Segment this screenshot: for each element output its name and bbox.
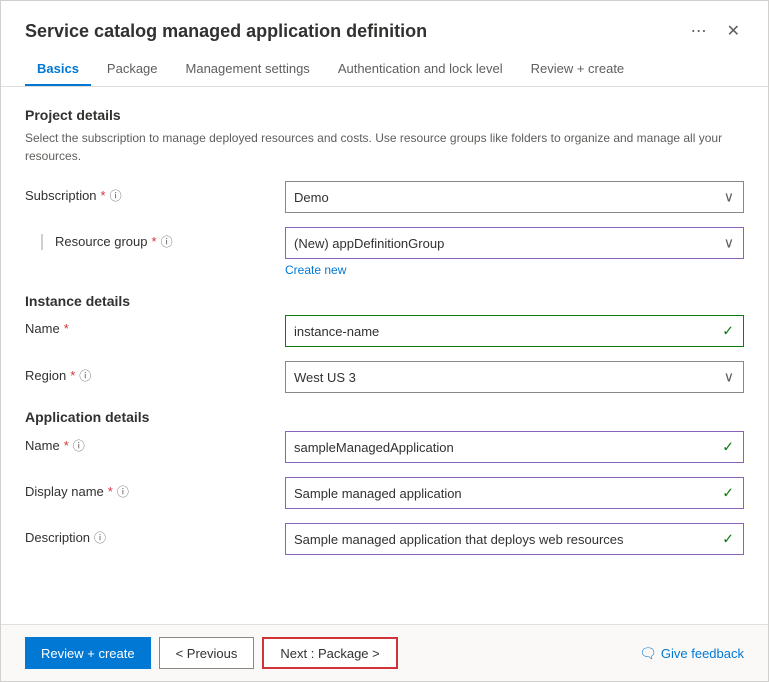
resource-group-select[interactable]: (New) appDefinitionGroup bbox=[285, 227, 744, 259]
instance-name-control: ✓ bbox=[285, 315, 744, 347]
app-name-label: Name * ⓘ bbox=[25, 431, 285, 454]
dialog: Service catalog managed application defi… bbox=[0, 0, 769, 682]
resource-group-select-wrapper: (New) appDefinitionGroup bbox=[285, 227, 744, 259]
subscription-info-icon[interactable]: ⓘ bbox=[110, 187, 122, 204]
description-info-icon[interactable]: ⓘ bbox=[94, 529, 106, 546]
next-button[interactable]: Next : Package > bbox=[262, 637, 397, 669]
instance-name-label: Name * bbox=[25, 315, 285, 336]
tabs-bar: Basics Package Management settings Authe… bbox=[1, 53, 768, 87]
project-details-section: Project details Select the subscription … bbox=[25, 107, 744, 277]
region-select[interactable]: West US 3 bbox=[285, 361, 744, 393]
tab-auth[interactable]: Authentication and lock level bbox=[326, 53, 515, 86]
description-input[interactable] bbox=[285, 523, 744, 555]
app-name-control: ✓ bbox=[285, 431, 744, 463]
app-name-info-icon[interactable]: ⓘ bbox=[73, 437, 85, 454]
resource-group-label: Resource group * ⓘ bbox=[25, 227, 285, 250]
tab-package[interactable]: Package bbox=[95, 53, 170, 86]
subscription-label: Subscription * ⓘ bbox=[25, 181, 285, 204]
resource-group-required: * bbox=[152, 234, 157, 249]
subscription-select-wrapper: Demo bbox=[285, 181, 744, 213]
display-name-required: * bbox=[108, 484, 113, 499]
dialog-header: Service catalog managed application defi… bbox=[1, 1, 768, 45]
display-name-info-icon[interactable]: ⓘ bbox=[117, 483, 129, 500]
dialog-title: Service catalog managed application defi… bbox=[25, 21, 687, 42]
subscription-row: Subscription * ⓘ Demo bbox=[25, 181, 744, 213]
project-details-title: Project details bbox=[25, 107, 744, 123]
close-icon: ✕ bbox=[727, 21, 740, 41]
feedback-icon: 🗨 bbox=[639, 645, 657, 662]
app-name-input-wrapper: ✓ bbox=[285, 431, 744, 463]
project-details-description: Select the subscription to manage deploy… bbox=[25, 129, 744, 165]
region-row: Region * ⓘ West US 3 bbox=[25, 361, 744, 393]
previous-button[interactable]: < Previous bbox=[159, 637, 255, 669]
region-required: * bbox=[70, 368, 75, 383]
feedback-label: Give feedback bbox=[661, 646, 744, 661]
display-name-control: ✓ bbox=[285, 477, 744, 509]
tab-basics[interactable]: Basics bbox=[25, 53, 91, 86]
instance-details-section: Instance details Name * ✓ Region bbox=[25, 293, 744, 393]
application-details-section: Application details Name * ⓘ ✓ bbox=[25, 409, 744, 555]
resource-group-row: Resource group * ⓘ (New) appDefinitionGr… bbox=[25, 227, 744, 277]
subscription-required: * bbox=[101, 188, 106, 203]
display-name-input-wrapper: ✓ bbox=[285, 477, 744, 509]
instance-name-row: Name * ✓ bbox=[25, 315, 744, 347]
instance-details-title: Instance details bbox=[25, 293, 744, 309]
app-name-required: * bbox=[64, 438, 69, 453]
application-details-title: Application details bbox=[25, 409, 744, 425]
display-name-check-icon: ✓ bbox=[722, 485, 734, 502]
display-name-label: Display name * ⓘ bbox=[25, 477, 285, 500]
description-label: Description ⓘ bbox=[25, 523, 285, 546]
create-new-link[interactable]: Create new bbox=[285, 263, 744, 277]
tab-review[interactable]: Review + create bbox=[519, 53, 637, 86]
dialog-body: Project details Select the subscription … bbox=[1, 87, 768, 624]
display-name-input[interactable] bbox=[285, 477, 744, 509]
close-button[interactable]: ✕ bbox=[723, 17, 744, 45]
description-input-wrapper: ✓ bbox=[285, 523, 744, 555]
app-name-check-icon: ✓ bbox=[722, 439, 734, 456]
description-check-icon: ✓ bbox=[722, 531, 734, 548]
app-name-row: Name * ⓘ ✓ bbox=[25, 431, 744, 463]
give-feedback-link[interactable]: 🗨 Give feedback bbox=[639, 645, 744, 662]
instance-name-check-icon: ✓ bbox=[722, 323, 734, 340]
footer-left: Review + create < Previous Next : Packag… bbox=[25, 637, 398, 669]
more-icon: ⋯ bbox=[691, 21, 707, 41]
more-options-button[interactable]: ⋯ bbox=[687, 17, 711, 45]
region-select-wrapper: West US 3 bbox=[285, 361, 744, 393]
dialog-header-icons: ⋯ ✕ bbox=[687, 17, 744, 45]
region-info-icon[interactable]: ⓘ bbox=[79, 367, 91, 384]
display-name-row: Display name * ⓘ ✓ bbox=[25, 477, 744, 509]
dialog-footer: Review + create < Previous Next : Packag… bbox=[1, 624, 768, 681]
instance-name-input[interactable] bbox=[285, 315, 744, 347]
resource-group-control: (New) appDefinitionGroup Create new bbox=[285, 227, 744, 277]
instance-name-required: * bbox=[64, 321, 69, 336]
region-label: Region * ⓘ bbox=[25, 361, 285, 384]
footer-right: 🗨 Give feedback bbox=[639, 645, 744, 662]
app-name-input[interactable] bbox=[285, 431, 744, 463]
description-control: ✓ bbox=[285, 523, 744, 555]
instance-name-input-wrapper: ✓ bbox=[285, 315, 744, 347]
review-create-button[interactable]: Review + create bbox=[25, 637, 151, 669]
subscription-select[interactable]: Demo bbox=[285, 181, 744, 213]
tab-management[interactable]: Management settings bbox=[174, 53, 322, 86]
region-control: West US 3 bbox=[285, 361, 744, 393]
subscription-control: Demo bbox=[285, 181, 744, 213]
resource-group-info-icon[interactable]: ⓘ bbox=[161, 233, 173, 250]
description-row: Description ⓘ ✓ bbox=[25, 523, 744, 555]
